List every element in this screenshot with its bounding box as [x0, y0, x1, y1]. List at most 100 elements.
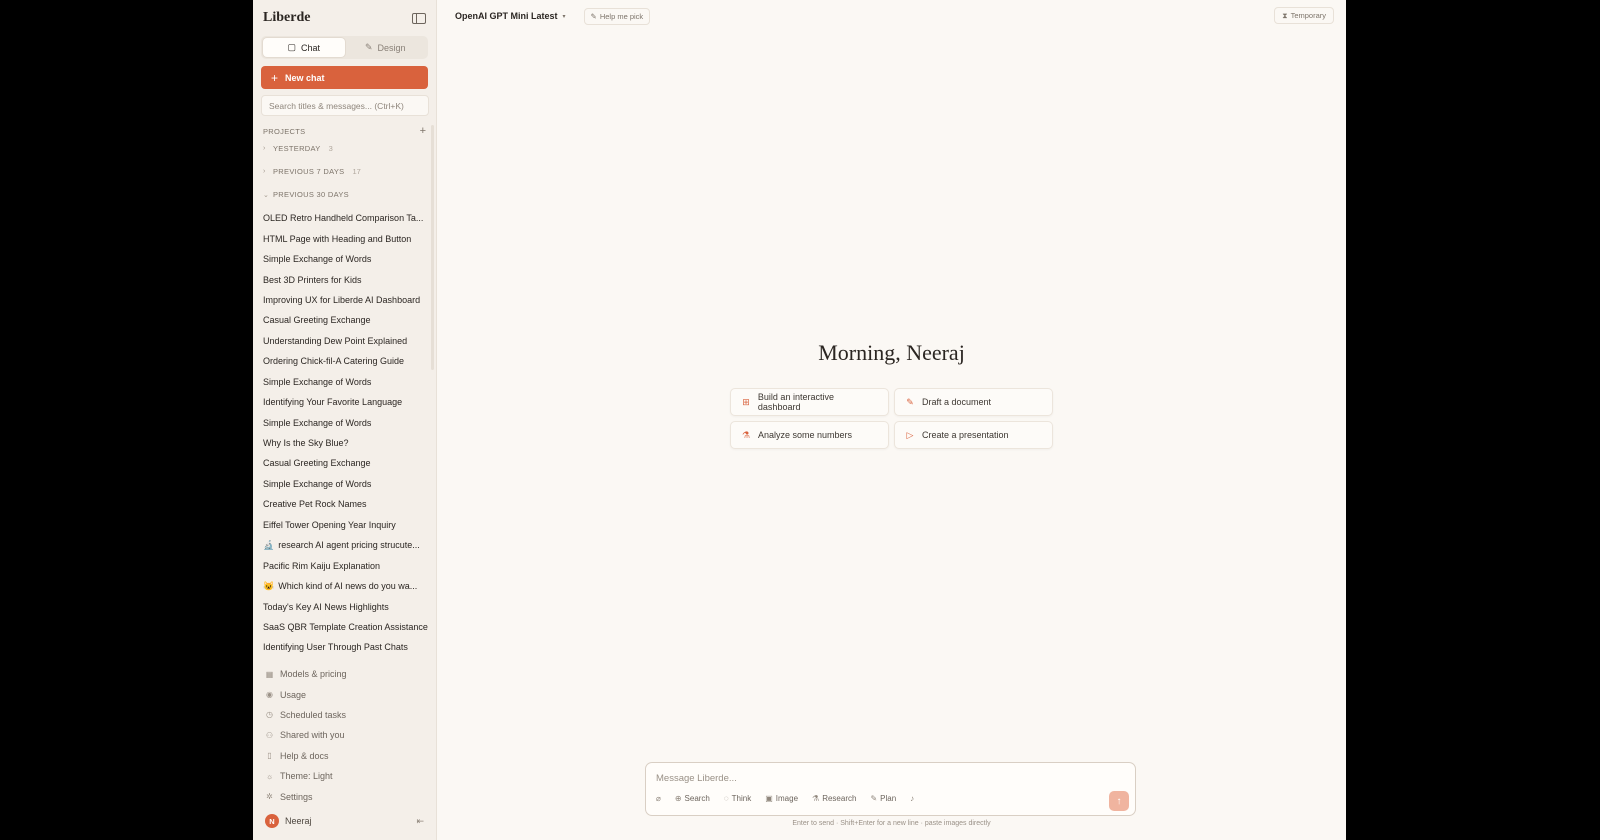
suggestion-label: Draft a document	[922, 397, 992, 407]
temporary-chat-button[interactable]: ⧗ Temporary	[1274, 7, 1334, 24]
sparkle-icon: ✎	[590, 11, 597, 21]
sidebar-toggle-icon[interactable]	[412, 12, 426, 24]
chat-list-item[interactable]: Eiffel Tower Opening Year Inquiry	[253, 515, 436, 535]
nav-item-label: Settings	[280, 791, 313, 802]
chat-group[interactable]: ⌄ PREVIOUS 30 DAYS	[253, 183, 436, 206]
search-input[interactable]	[261, 95, 429, 116]
new-chat-button[interactable]: + New chat	[261, 66, 428, 89]
chat-list-item[interactable]: Simple Exchange of Words	[253, 474, 436, 494]
bottom-nav: ▦ Models & pricing ◉ Usage ◷ Scheduled tasks ⚇…	[253, 664, 436, 807]
chat-list-item[interactable]: Identifying User Through Past Chats	[253, 637, 436, 657]
chat-title: Ordering Chick-fil-A Catering Guide	[263, 356, 405, 367]
send-button[interactable]: ↑	[1109, 791, 1129, 811]
chat-list-item[interactable]: Ordering Chick-fil-A Catering Guide	[253, 351, 436, 371]
chat-title: Eiffel Tower Opening Year Inquiry	[263, 519, 396, 530]
composer-tool-button[interactable]: ♪	[910, 794, 914, 803]
chat-list: OLED Retro Handheld Comparison Ta... HTML…	[253, 206, 436, 658]
nav-item-label: Scheduled tasks	[280, 709, 347, 720]
pencil-icon: ✎	[906, 396, 914, 407]
composer-tool-button[interactable]: ⚗ Research	[812, 794, 856, 803]
sidebar-scrollbar[interactable]	[431, 125, 434, 370]
composer-tool-label: Think	[731, 794, 752, 803]
chat-list-item[interactable]: Improving UX for Liberde AI Dashboard	[253, 290, 436, 310]
chat-list-item[interactable]: Why Is the Sky Blue?	[253, 433, 436, 453]
chat-list-item[interactable]: Today's Key AI News Highlights	[253, 596, 436, 616]
logout-icon[interactable]: ⇤	[416, 816, 424, 827]
temporary-label: Temporary	[1290, 11, 1326, 20]
nav-item[interactable]: ◷ Scheduled tasks	[253, 705, 436, 725]
chat-list-item[interactable]: Understanding Dew Point Explained	[253, 331, 436, 351]
chat-group-name: PREVIOUS 30 DAYS	[273, 190, 349, 199]
chat-title: Why Is the Sky Blue?	[263, 438, 349, 449]
chat-title: Simple Exchange of Words	[263, 478, 372, 489]
help-me-pick-button[interactable]: ✎ Help me pick	[583, 7, 651, 25]
chat-group-count: 3	[328, 144, 333, 153]
nav-item[interactable]: ⚇ Shared with you	[253, 725, 436, 745]
add-project-icon[interactable]: +	[420, 125, 426, 137]
chat-title: Simple Exchange of Words	[263, 417, 372, 428]
nav-item[interactable]: ✲ Settings	[253, 786, 436, 806]
sun-icon: ☼	[265, 771, 274, 781]
chat-list-item[interactable]: Best 3D Printers for Kids	[253, 269, 436, 289]
suggestion-card[interactable]: ⊞ Build an interactive dashboard	[730, 388, 889, 416]
pencil-icon: ✎	[364, 42, 373, 52]
brand-row: Liberde	[253, 0, 436, 36]
model-selector[interactable]: OpenAI GPT Mini Latest ▾	[447, 5, 574, 27]
chat-list-item[interactable]: Identifying Your Favorite Language	[253, 392, 436, 412]
nav-item[interactable]: ▦ Models & pricing	[253, 664, 436, 684]
microphone-icon: ♪	[910, 794, 915, 803]
pen-icon: ✎	[870, 794, 878, 803]
chat-list-item[interactable]: Simple Exchange of Words	[253, 412, 436, 432]
message-composer: ⌀ ⊕Search ◌Think ▣Image ⚗Research ✎Plan ♪ ↑	[645, 762, 1136, 816]
flask-icon: ⚗	[741, 429, 751, 440]
model-name: OpenAI GPT Mini Latest	[455, 11, 558, 21]
chat-list-item[interactable]: Casual Greeting Exchange	[253, 310, 436, 330]
suggestion-card[interactable]: ✎ Draft a document	[894, 388, 1053, 416]
chat-title: Pacific Rim Kaiju Explanation	[263, 560, 381, 571]
composer-tool-button[interactable]: ⌀	[656, 794, 661, 803]
tab-chat[interactable]: ▢ Chat	[263, 38, 345, 57]
composer-tool-label: Search	[684, 794, 710, 803]
chat-title: Simple Exchange of Words	[263, 254, 372, 265]
nav-item[interactable]: ☼ Theme: Light	[253, 766, 436, 786]
nav-item-label: Models & pricing	[280, 669, 347, 680]
app-window: Liberde ▢ Chat ✎ Design + New chat PROJE…	[253, 0, 1346, 840]
composer-tool-button[interactable]: ▣ Image	[765, 794, 798, 803]
tab-design[interactable]: ✎ Design	[345, 38, 427, 57]
user-row[interactable]: N Neeraj ⇤	[253, 810, 436, 832]
suggestion-card[interactable]: ⚗ Analyze some numbers	[730, 421, 889, 449]
chat-list-item[interactable]: Casual Greeting Exchange	[253, 453, 436, 473]
projects-label: PROJECTS	[263, 126, 306, 136]
nav-item[interactable]: ◉ Usage	[253, 684, 436, 704]
message-input[interactable]	[656, 771, 1096, 785]
chat-list-item[interactable]: OLED Retro Handheld Comparison Ta...	[253, 208, 436, 228]
chat-list-item[interactable]: 😺 Which kind of AI news do you wa...	[253, 576, 436, 596]
composer-tool-button[interactable]: ⊕ Search	[675, 794, 710, 803]
chat-emoji-icon: 🔬	[263, 539, 275, 550]
mode-switch: ▢ Chat ✎ Design	[261, 36, 428, 59]
suggestion-card[interactable]: ▷ Create a presentation	[894, 421, 1053, 449]
chat-title: OLED Retro Handheld Comparison Ta...	[263, 213, 424, 224]
chat-group[interactable]: › YESTERDAY 3	[253, 137, 436, 160]
chat-list-item[interactable]: Creative Pet Rock Names	[253, 494, 436, 514]
chat-title: HTML Page with Heading and Button	[263, 233, 412, 244]
chat-group-name: PREVIOUS 7 DAYS	[273, 167, 345, 176]
chat-title: Best 3D Printers for Kids	[263, 274, 362, 285]
chat-list-item[interactable]: HTML Page with Heading and Button	[253, 228, 436, 248]
chat-list-item[interactable]: Simple Exchange of Words	[253, 372, 436, 392]
composer-tool-button[interactable]: ◌ Think	[724, 794, 751, 803]
chat-title: Improving UX for Liberde AI Dashboard	[263, 294, 421, 305]
chat-title: Casual Greeting Exchange	[263, 458, 371, 469]
main-area: OpenAI GPT Mini Latest ▾ ✎ Help me pick …	[437, 0, 1346, 840]
suggestion-grid: ⊞ Build an interactive dashboard ✎ Draft a …	[730, 388, 1053, 449]
chat-list-item[interactable]: SaaS QBR Template Creation Assistance	[253, 617, 436, 637]
chat-group[interactable]: › PREVIOUS 7 DAYS 17	[253, 160, 436, 183]
topbar: OpenAI GPT Mini Latest ▾ ✎ Help me pick	[437, 0, 1346, 32]
chat-title: Which kind of AI news do you wa...	[278, 581, 418, 592]
chat-list-item[interactable]: Pacific Rim Kaiju Explanation	[253, 555, 436, 575]
composer-tool-button[interactable]: ✎ Plan	[870, 794, 896, 803]
nav-item-label: Usage	[280, 689, 307, 700]
chat-list-item[interactable]: 🔬 research AI agent pricing strucute...	[253, 535, 436, 555]
nav-item[interactable]: ▯ Help & docs	[253, 746, 436, 766]
chat-list-item[interactable]: Simple Exchange of Words	[253, 249, 436, 269]
